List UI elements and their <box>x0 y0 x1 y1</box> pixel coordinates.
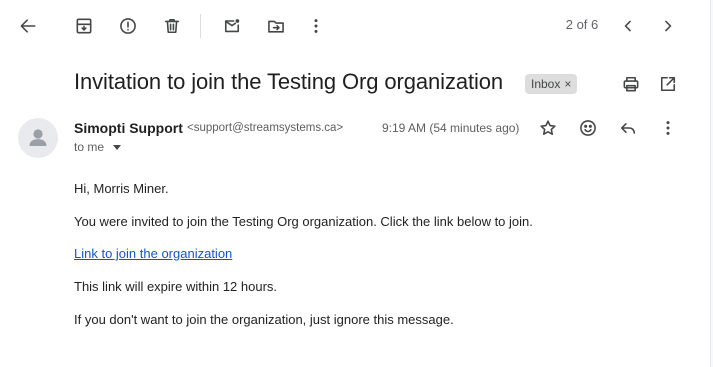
open-in-new-window-button[interactable] <box>650 66 686 102</box>
open-in-new-icon <box>660 76 676 92</box>
chevron-left-icon <box>624 20 631 32</box>
sender-name: Simopti Support <box>74 120 183 136</box>
join-organization-link[interactable]: Link to join the organization <box>74 246 232 261</box>
report-spam-button[interactable] <box>110 8 146 44</box>
emoji-icon <box>580 120 596 136</box>
message-subject: Invitation to join the Testing Org organ… <box>74 69 504 94</box>
delete-button[interactable] <box>154 8 190 44</box>
pager-count: 2 of 6 <box>565 17 599 32</box>
remove-label-icon[interactable]: × <box>564 78 571 90</box>
archive-button[interactable] <box>66 8 102 44</box>
reply-icon <box>620 123 636 134</box>
report-spam-icon <box>120 18 136 34</box>
previous-message-button[interactable] <box>610 8 646 44</box>
body-greeting: Hi, Morris Miner. <box>74 181 169 196</box>
message-panel: 2 of 6 Invitation to join the Testing Or… <box>0 0 711 367</box>
trash-icon <box>164 18 180 34</box>
body-line-expire: This link will expire within 12 hours. <box>74 279 278 294</box>
recipient-label: to me <box>74 140 105 154</box>
more-vert-icon <box>666 121 670 135</box>
body-line-invite: You were invited to join the Testing Org… <box>74 214 533 229</box>
body-link-row: Link to join the organization <box>74 246 232 261</box>
person-icon <box>29 129 47 146</box>
back-button[interactable] <box>10 8 46 44</box>
avatar <box>18 118 58 158</box>
star-button[interactable] <box>530 110 566 146</box>
move-to-icon <box>268 20 284 33</box>
next-message-button[interactable] <box>650 8 686 44</box>
mark-unread-icon <box>224 19 240 33</box>
mark-unread-button[interactable] <box>214 8 250 44</box>
body-line-ignore: If you don't want to join the organizati… <box>74 312 454 327</box>
recipient-details[interactable]: to me <box>74 140 122 154</box>
chevron-right-icon <box>665 20 672 32</box>
move-to-button[interactable] <box>258 8 294 44</box>
chevron-down-icon <box>113 144 122 150</box>
more-vert-icon <box>314 19 318 33</box>
print-icon <box>623 76 639 92</box>
message-more-button[interactable] <box>650 110 686 146</box>
arrow-left-icon <box>20 19 36 33</box>
inbox-label[interactable]: Inbox × <box>525 74 578 94</box>
more-options-button[interactable] <box>298 8 334 44</box>
print-button[interactable] <box>613 66 649 102</box>
message-timestamp: 9:19 AM (54 minutes ago) <box>382 121 520 135</box>
add-reaction-button[interactable] <box>570 110 606 146</box>
star-icon <box>540 120 556 135</box>
toolbar-divider <box>200 14 201 38</box>
archive-icon <box>76 18 92 34</box>
sender-email: <support@streamsystems.ca> <box>187 122 344 134</box>
reply-button[interactable] <box>610 110 646 146</box>
label-text: Inbox <box>531 77 561 91</box>
